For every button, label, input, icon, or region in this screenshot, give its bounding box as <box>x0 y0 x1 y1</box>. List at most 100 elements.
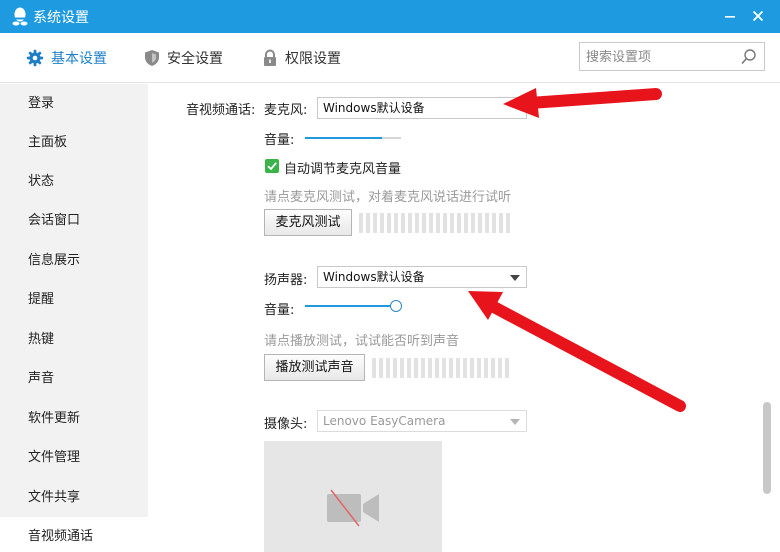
minimize-icon[interactable] <box>720 6 740 26</box>
meter-bar <box>408 213 412 233</box>
meter-bar <box>477 358 481 378</box>
meter-bar <box>470 358 474 378</box>
meter-bar <box>506 213 510 233</box>
meter-bar <box>485 213 489 233</box>
gear-icon <box>26 49 44 67</box>
speaker-test-button[interactable]: 播放测试声音 <box>264 354 365 381</box>
meter-bar <box>471 213 475 233</box>
sidebar-item-av-call[interactable]: 音视频通话 <box>0 517 148 552</box>
meter-bar <box>505 358 509 378</box>
mic-volume-label: 音量: <box>264 133 295 148</box>
mic-level-meter <box>359 213 510 233</box>
speaker-select[interactable]: Windows默认设备 <box>317 266 527 288</box>
meter-bar <box>394 213 398 233</box>
meter-bar <box>393 358 397 378</box>
av-call-settings-panel: 音视频通话: 麦克风: Windows默认设备 音量: 自动调节麦克风音量 请点… <box>148 84 760 552</box>
speaker-volume-label: 音量: <box>264 303 295 318</box>
slider-fill <box>305 305 397 307</box>
meter-bar <box>484 358 488 378</box>
search-input[interactable] <box>586 47 734 67</box>
meter-bar <box>414 358 418 378</box>
meter-bar <box>499 213 503 233</box>
meter-bar <box>373 213 377 233</box>
search-icon[interactable] <box>740 48 758 66</box>
meter-bar <box>429 213 433 233</box>
content-scrollbar[interactable] <box>760 84 780 552</box>
sidebar-item-main-panel[interactable]: 主面板 <box>0 123 148 162</box>
camera-select[interactable]: Lenovo EasyCamera <box>317 410 527 432</box>
meter-bar <box>492 213 496 233</box>
meter-bar <box>422 213 426 233</box>
meter-bar <box>387 213 391 233</box>
auto-adjust-checkbox[interactable] <box>265 159 279 173</box>
sidebar-item-reminders[interactable]: 提醒 <box>0 280 148 319</box>
meter-bar <box>463 358 467 378</box>
speaker-level-meter <box>372 358 509 378</box>
settings-tabs: 基本设置 安全设置 权限设置 <box>0 33 780 83</box>
sidebar: 登录 主面板 状态 会话窗口 信息展示 提醒 热键 声音 软件更新 文件管理 文… <box>0 84 148 552</box>
meter-bar <box>401 213 405 233</box>
meter-bar <box>380 213 384 233</box>
meter-bar <box>498 358 502 378</box>
search-box <box>579 42 765 71</box>
sidebar-item-file-sharing[interactable]: 文件共享 <box>0 478 148 517</box>
meter-bar <box>436 213 440 233</box>
camera-off-icon <box>327 489 379 527</box>
title-bar: 系统设置 <box>0 0 780 33</box>
close-icon[interactable] <box>748 6 768 26</box>
sidebar-item-file-management[interactable]: 文件管理 <box>0 438 148 477</box>
meter-bar <box>464 213 468 233</box>
sidebar-item-hotkeys[interactable]: 热键 <box>0 320 148 359</box>
mic-test-button[interactable]: 麦克风测试 <box>264 209 352 236</box>
chevron-down-icon <box>510 275 520 281</box>
mic-volume-slider[interactable] <box>305 131 401 145</box>
meter-bar <box>421 358 425 378</box>
meter-bar <box>359 213 363 233</box>
sidebar-item-software-update[interactable]: 软件更新 <box>0 399 148 438</box>
speaker-device-value: Windows默认设备 <box>323 270 425 284</box>
slider-knob[interactable] <box>390 300 403 312</box>
meter-bar <box>449 358 453 378</box>
camera-preview <box>264 441 442 552</box>
meter-bar <box>491 358 495 378</box>
sidebar-item-login[interactable]: 登录 <box>0 84 148 123</box>
tab-label: 安全设置 <box>167 51 223 67</box>
microphone-select[interactable]: Windows默认设备 <box>317 97 527 119</box>
meter-bar <box>450 213 454 233</box>
meter-bar <box>428 358 432 378</box>
sidebar-item-status[interactable]: 状态 <box>0 162 148 201</box>
meter-bar <box>407 358 411 378</box>
meter-bar <box>379 358 383 378</box>
speaker-label: 扬声器: <box>264 273 308 288</box>
microphone-label: 麦克风: <box>264 103 308 118</box>
meter-bar <box>456 358 460 378</box>
window-title: 系统设置 <box>33 10 89 26</box>
meter-bar <box>435 358 439 378</box>
meter-bar <box>415 213 419 233</box>
sidebar-item-chat-window[interactable]: 会话窗口 <box>0 201 148 240</box>
meter-bar <box>400 358 404 378</box>
mic-test-hint: 请点麦克风测试，对着麦克风说话进行试听 <box>264 190 512 205</box>
auto-adjust-label: 自动调节麦克风音量 <box>284 162 402 177</box>
sidebar-item-sound[interactable]: 声音 <box>0 359 148 398</box>
meter-bar <box>442 358 446 378</box>
speaker-volume-slider[interactable] <box>305 299 403 313</box>
section-label: 音视频通话: <box>186 103 256 118</box>
microphone-device-value: Windows默认设备 <box>323 101 425 115</box>
shield-icon <box>145 50 159 66</box>
camera-label: 摄像头: <box>264 417 308 432</box>
meter-bar <box>443 213 447 233</box>
meter-bar <box>372 358 376 378</box>
meter-bar <box>366 213 370 233</box>
sidebar-item-info-display[interactable]: 信息展示 <box>0 241 148 280</box>
camera-device-value: Lenovo EasyCamera <box>323 414 446 428</box>
scrollbar-thumb[interactable] <box>763 402 771 494</box>
tab-permission-settings[interactable]: 权限设置 <box>262 46 341 70</box>
tab-basic-settings[interactable]: 基本设置 <box>26 46 107 70</box>
speaker-test-hint: 请点播放测试，试试能否听到声音 <box>264 334 460 349</box>
slider-fill <box>305 137 382 139</box>
meter-bar <box>386 358 390 378</box>
tab-label: 基本设置 <box>51 51 107 67</box>
penguin-icon <box>12 7 28 26</box>
tab-security-settings[interactable]: 安全设置 <box>144 46 223 70</box>
